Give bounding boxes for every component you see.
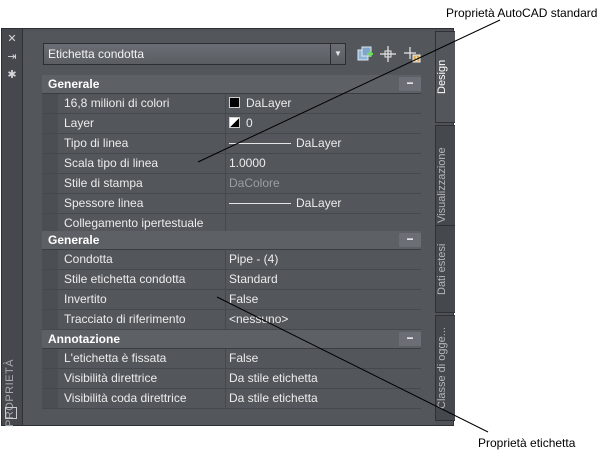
object-type-value: Etichetta condotta — [48, 47, 145, 61]
tab-design[interactable]: Design — [435, 31, 455, 123]
section-header[interactable]: Generale − — [42, 231, 421, 250]
svg-text:1: 1 — [415, 56, 419, 63]
property-row-label-style[interactable]: Stile etichetta condotta Standard — [42, 270, 421, 290]
property-row-color[interactable]: 16,8 milioni di colori DaLayer — [42, 94, 421, 114]
property-value[interactable]: 1.0000 — [229, 154, 419, 173]
close-icon[interactable]: ✕ — [5, 33, 19, 45]
section-annotation: Annotazione − L'etichetta è fissata Fals… — [42, 330, 421, 409]
section-header[interactable]: Annotazione − — [42, 330, 421, 349]
property-label: Scala tipo di linea — [64, 156, 159, 170]
properties-menu-icon[interactable]: ✱ — [5, 69, 19, 81]
pickadd-toggle-icon[interactable]: 1 — [403, 45, 421, 63]
palette-settings-icon[interactable] — [5, 407, 17, 419]
property-row-leader-tail-visibility[interactable]: Visibilità coda direttrice Da stile etic… — [42, 389, 421, 409]
property-label: Layer — [64, 116, 95, 130]
property-label: L'etichetta è fissata — [64, 351, 167, 365]
object-type-dropdown[interactable]: Etichetta condotta ▼ — [43, 43, 346, 65]
property-value[interactable]: Da stile etichetta — [229, 369, 419, 388]
callout-label-properties: Proprietà etichetta — [478, 436, 576, 450]
property-row-linetype-scale[interactable]: Scala tipo di linea 1.0000 — [42, 154, 421, 174]
autohide-icon[interactable]: ⇥ — [5, 51, 19, 63]
property-label: Visibilità coda direttrice — [64, 391, 187, 405]
property-row-lineweight[interactable]: Spessore linea DaLayer — [42, 194, 421, 214]
property-row-pipe[interactable]: Condotta Pipe - (4) — [42, 250, 421, 270]
section-title: Generale — [48, 77, 100, 91]
property-label: Tracciato di riferimento — [64, 312, 186, 326]
property-label: Stile di stampa — [64, 176, 143, 190]
property-row-layer[interactable]: Layer 0 — [42, 114, 421, 134]
collapse-icon[interactable]: − — [399, 332, 421, 346]
property-value[interactable]: False — [229, 349, 419, 368]
property-value[interactable]: DaLayer — [229, 94, 419, 113]
property-row-leader-visibility[interactable]: Visibilità direttrice Da stile etichetta — [42, 369, 421, 389]
properties-palette: ✕ ⇥ ✱ PROPRIETÀ Etichetta condotta ▼ 1 G… — [1, 28, 455, 427]
property-row-reference-alignment[interactable]: Tracciato di riferimento <nessuno> — [42, 310, 421, 330]
section-title: Generale — [48, 233, 100, 247]
color-swatch-icon — [229, 97, 240, 108]
property-value: DaColore — [229, 176, 280, 190]
palette-tabs: Design Visualizzazione Dati estesi Class… — [435, 29, 455, 425]
property-label: Invertito — [64, 292, 107, 306]
property-value[interactable]: Da stile etichetta — [229, 389, 419, 408]
line-sample-icon — [229, 203, 291, 204]
line-sample-icon — [229, 143, 291, 144]
property-value[interactable]: Pipe - (4) — [229, 250, 419, 269]
property-label: Visibilità direttrice — [64, 371, 158, 385]
section-general-standard: Generale − 16,8 milioni di colori DaLaye… — [42, 75, 421, 234]
property-label: Stile etichetta condotta — [64, 272, 186, 286]
property-value[interactable]: 0 — [229, 114, 419, 133]
collapse-icon[interactable]: − — [399, 233, 421, 247]
callout-standard-properties: Proprietà AutoCAD standard — [446, 6, 598, 20]
quick-select-icon[interactable] — [356, 45, 374, 63]
property-value[interactable]: False — [229, 290, 419, 309]
property-label: Condotta — [64, 252, 113, 266]
palette-titlebar[interactable]: ✕ ⇥ ✱ PROPRIETÀ — [2, 29, 23, 427]
tab-dati-estesi[interactable]: Dati estesi — [435, 225, 455, 313]
layer-icon — [229, 117, 240, 128]
property-value[interactable]: DaLayer — [229, 194, 419, 213]
property-row-plot-style[interactable]: Stile di stampa DaColore — [42, 174, 421, 194]
collapse-icon[interactable]: − — [399, 77, 421, 91]
property-label: Spessore linea — [64, 196, 144, 210]
chevron-down-icon[interactable]: ▼ — [330, 44, 345, 64]
property-label: Tipo di linea — [64, 136, 129, 150]
select-objects-icon[interactable] — [379, 45, 397, 63]
property-label: 16,8 milioni di colori — [64, 96, 170, 110]
tab-classe-oggetto[interactable]: Classe di ogge... — [435, 315, 455, 421]
section-title: Annotazione — [48, 332, 120, 346]
property-row-label-pinned[interactable]: L'etichetta è fissata False — [42, 349, 421, 369]
property-value[interactable]: <nessuno> — [229, 310, 419, 329]
property-value[interactable]: Standard — [229, 270, 419, 289]
properties-content: Etichetta condotta ▼ 1 Generale − 16,8 m… — [23, 31, 435, 425]
property-row-linetype[interactable]: Tipo di linea DaLayer — [42, 134, 421, 154]
property-row-flipped[interactable]: Invertito False — [42, 290, 421, 310]
section-header[interactable]: Generale − — [42, 75, 421, 94]
section-general-label: Generale − Condotta Pipe - (4) Stile eti… — [42, 231, 421, 330]
property-value[interactable]: DaLayer — [229, 134, 419, 153]
